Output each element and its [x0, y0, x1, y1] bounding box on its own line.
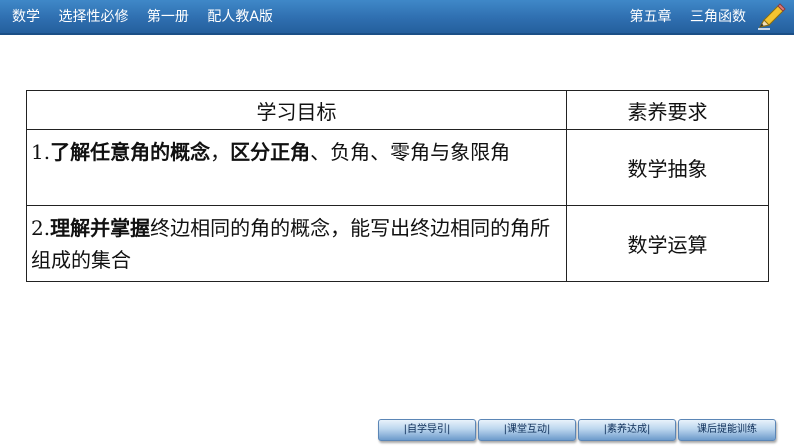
objective-emphasis: 了解任意角的概念	[50, 140, 211, 164]
header-literacy: 素养要求	[566, 90, 769, 130]
header-bar: 数学 选择性必修 第一册 配人教A版 第五章 三角函数	[0, 0, 794, 35]
objective-cell-1: 1.了解任意角的概念，区分正角、负角、零角与象限角	[26, 129, 567, 206]
course-volume: 第一册	[146, 9, 189, 25]
objective-emphasis: 区分正角	[230, 140, 311, 164]
course-edition: 配人教A版	[207, 9, 273, 25]
chapter-label: 第五章	[629, 9, 672, 25]
objective-text: ，	[210, 140, 231, 164]
objective-text: 1.	[31, 140, 51, 164]
literacy-cell-1: 数学抽象	[566, 129, 769, 206]
chapter-info: 第五章 三角函数	[616, 0, 746, 35]
objective-text: 2.	[31, 216, 51, 240]
objective-cell-2: 2.理解并掌握终边相同的角的概念，能写出终边相同的角所组成的集合	[26, 205, 567, 282]
course-subject: 数学	[12, 9, 40, 25]
table-header-row: 学习目标 素养要求	[26, 90, 769, 130]
pencil-icon	[758, 3, 786, 30]
table-row: 2.理解并掌握终边相同的角的概念，能写出终边相同的角所组成的集合 数学运算	[26, 205, 769, 282]
header-objectives: 学习目标	[26, 90, 567, 130]
course-info: 数学 选择性必修 第一册 配人教A版	[12, 0, 287, 35]
table-row: 1.了解任意角的概念，区分正角、负角、零角与象限角 数学抽象	[26, 129, 769, 206]
nav-self-study-button[interactable]: |自学导引|	[378, 419, 476, 441]
nav-practice-button[interactable]: 课后提能训练	[678, 419, 776, 441]
chapter-topic: 三角函数	[690, 9, 746, 25]
objective-text: 、负角、零角与象限角	[310, 140, 511, 164]
literacy-cell-2: 数学运算	[566, 205, 769, 282]
nav-classroom-button[interactable]: |课堂互动|	[478, 419, 576, 441]
nav-literacy-button[interactable]: |素养达成|	[578, 419, 676, 441]
course-track: 选择性必修	[58, 9, 129, 25]
objective-emphasis: 理解并掌握	[50, 216, 151, 240]
learning-objectives-table: 学习目标 素养要求 1.了解任意角的概念，区分正角、负角、零角与象限角 数学抽象…	[26, 90, 769, 282]
